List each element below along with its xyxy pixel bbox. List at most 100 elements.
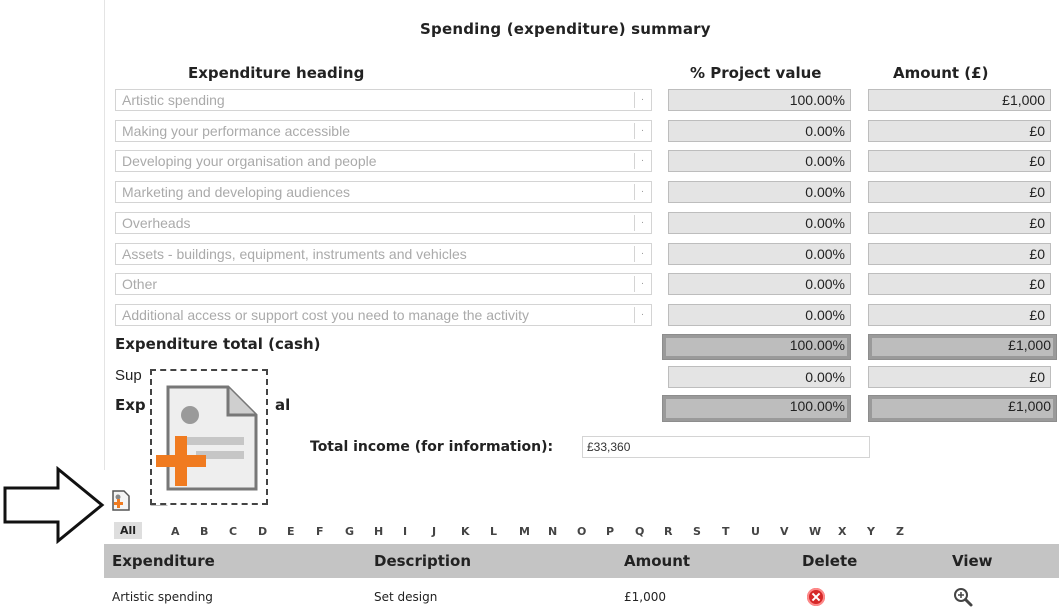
filter-letter[interactable]: Q	[635, 525, 644, 538]
column-header-heading: Expenditure heading	[188, 64, 365, 82]
amount-field: £0	[868, 120, 1051, 142]
amount-field: £0	[868, 304, 1051, 326]
filter-letter[interactable]: N	[548, 525, 557, 538]
expenditure-row: Overheads · 0.00% £0	[115, 212, 1059, 236]
filter-letter[interactable]: D	[258, 525, 267, 538]
expenditure-heading-select[interactable]: Overheads ·	[115, 212, 652, 234]
total-income-field[interactable]: £33,360	[582, 436, 870, 458]
expenditure-heading-select[interactable]: Additional access or support cost you ne…	[115, 304, 652, 326]
row-amount: £1,000	[624, 590, 666, 604]
filter-letter[interactable]: E	[287, 525, 295, 538]
expenditure-total-cash-label: Expenditure total (cash)	[115, 335, 321, 353]
filter-letter[interactable]: Z	[896, 525, 904, 538]
expenditure-row: Developing your organisation and people ·…	[115, 150, 1059, 174]
arrow-right-icon	[3, 466, 105, 544]
page-left-border	[104, 0, 105, 470]
expenditure-heading-select[interactable]: Assets - buildings, equipment, instrumen…	[115, 243, 652, 265]
percent-field: 0.00%	[668, 243, 851, 265]
amount-field: £1,000	[868, 89, 1051, 111]
table-header-description[interactable]: Description	[374, 552, 471, 570]
filter-letter[interactable]: V	[780, 525, 789, 538]
dropdown-icon[interactable]: ·	[634, 184, 650, 200]
filter-letter[interactable]: U	[751, 525, 760, 538]
dropdown-icon[interactable]: ·	[634, 276, 650, 292]
dropdown-icon[interactable]: ·	[634, 246, 650, 262]
expenditure-heading-select[interactable]: Developing your organisation and people ·	[115, 150, 652, 172]
page-title: Spending (expenditure) summary	[420, 20, 711, 38]
table-header-expenditure[interactable]: Expenditure	[112, 552, 215, 570]
add-document-icon	[156, 385, 258, 491]
percent-field: 0.00%	[668, 150, 851, 172]
total-amount-field: £1,000	[868, 334, 1057, 360]
expenditure-row: Making your performance accessible · 0.00…	[115, 120, 1059, 144]
support-percent-field: 0.00%	[668, 366, 851, 388]
grand-total-percent-field: 100.00%	[662, 395, 851, 422]
filter-letter[interactable]: I	[403, 525, 407, 538]
expenditure-heading-select[interactable]: Making your performance accessible ·	[115, 120, 652, 142]
expenditure-heading-select[interactable]: Marketing and developing audiences ·	[115, 181, 652, 203]
filter-letter[interactable]: W	[809, 525, 821, 538]
alphabet-filter: All A B C D E F G H I J K L M N O P Q R …	[110, 521, 1059, 541]
support-label: Sup	[115, 367, 142, 384]
filter-all[interactable]: All	[114, 522, 143, 539]
filter-letter[interactable]: T	[722, 525, 730, 538]
grand-total-amount-field: £1,000	[868, 395, 1057, 422]
percent-field: 100.00%	[668, 89, 851, 111]
dropdown-icon[interactable]: ·	[634, 123, 650, 139]
percent-field: 0.00%	[668, 304, 851, 326]
row-description: Set design	[374, 590, 438, 604]
dropdown-icon[interactable]: ·	[634, 92, 650, 108]
percent-field: 0.00%	[668, 181, 851, 203]
expenditure-row: Other · 0.00% £0	[115, 273, 1059, 297]
expenditure-total-label-right: al	[275, 396, 291, 414]
add-document-overlay[interactable]	[150, 369, 268, 505]
dropdown-icon[interactable]: ·	[634, 307, 650, 323]
amount-field: £0	[868, 181, 1051, 203]
expenditure-heading-select[interactable]: Other ·	[115, 273, 652, 295]
expenditure-row: Artistic spending · 100.00% £1,000	[115, 89, 1059, 113]
filter-letter[interactable]: G	[345, 525, 354, 538]
filter-letter[interactable]: Y	[867, 525, 875, 538]
expenditure-total-cash-row: Expenditure total (cash) 100.00% £1,000	[115, 334, 1059, 360]
dropdown-icon[interactable]: ·	[634, 153, 650, 169]
delete-icon[interactable]	[807, 588, 825, 606]
filter-letter[interactable]: R	[664, 525, 672, 538]
percent-field: 0.00%	[668, 212, 851, 234]
column-header-amount: Amount (£)	[893, 64, 989, 82]
filter-letter[interactable]: B	[200, 525, 208, 538]
filter-letter[interactable]: J	[432, 525, 436, 538]
filter-letter[interactable]: O	[577, 525, 586, 538]
filter-letter[interactable]: F	[316, 525, 324, 538]
filter-letter[interactable]: M	[519, 525, 530, 538]
filter-letter[interactable]: H	[374, 525, 383, 538]
expenditure-heading-select[interactable]: Artistic spending ·	[115, 89, 652, 111]
dropdown-icon[interactable]: ·	[634, 215, 650, 231]
filter-letter[interactable]: S	[693, 525, 701, 538]
amount-field: £0	[868, 150, 1051, 172]
add-item-icon[interactable]	[110, 489, 132, 513]
amount-field: £0	[868, 212, 1051, 234]
table-row: Artistic spending Set design £1,000	[104, 586, 1059, 610]
row-expenditure: Artistic spending	[112, 590, 213, 604]
expenditure-row: Assets - buildings, equipment, instrumen…	[115, 243, 1059, 267]
total-income-label: Total income (for information):	[310, 439, 554, 455]
expenditure-total-label-left: Exp	[115, 396, 146, 414]
percent-field: 0.00%	[668, 120, 851, 142]
expenditure-row: Marketing and developing audiences · 0.00…	[115, 181, 1059, 205]
table-header-delete: Delete	[802, 552, 858, 570]
table-header-view: View	[952, 552, 993, 570]
filter-letter[interactable]: P	[606, 525, 614, 538]
expenditure-row: Additional access or support cost you ne…	[115, 304, 1059, 328]
filter-letter[interactable]: X	[838, 525, 846, 538]
percent-field: 0.00%	[668, 273, 851, 295]
filter-letter[interactable]: L	[490, 525, 497, 538]
support-amount-field: £0	[868, 366, 1051, 388]
filter-letter[interactable]: K	[461, 525, 470, 538]
column-header-percent: % Project value	[690, 64, 822, 82]
filter-letter[interactable]: C	[229, 525, 237, 538]
magnifier-icon[interactable]	[952, 586, 974, 608]
table-header-amount[interactable]: Amount	[624, 552, 690, 570]
amount-field: £0	[868, 243, 1051, 265]
expenditure-table-header: Expenditure Description Amount Delete Vi…	[104, 544, 1059, 578]
filter-letter[interactable]: A	[171, 525, 180, 538]
